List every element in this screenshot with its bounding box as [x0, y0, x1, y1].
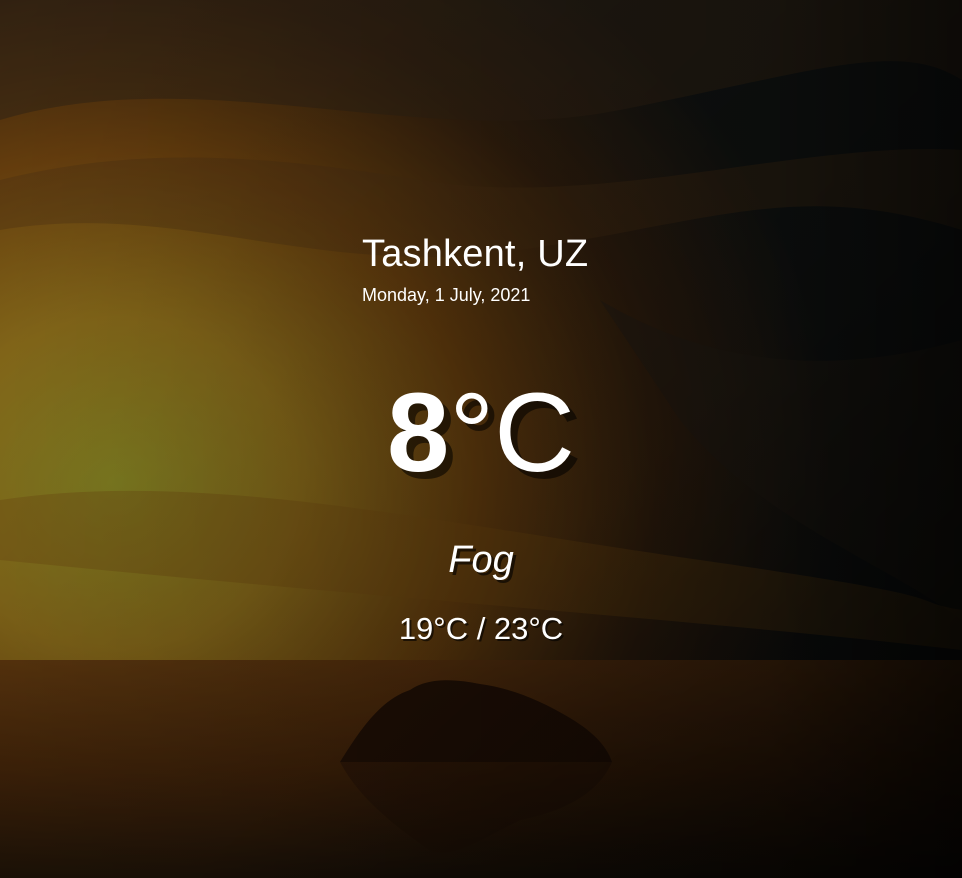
temperature-unit: °C — [449, 370, 575, 495]
city-name: Tashkent, UZ — [362, 233, 589, 275]
current-temperature: 8°C — [0, 368, 962, 498]
hi-low-temperature: 19°C / 23°C — [398, 611, 564, 646]
weather-condition: Fog — [448, 539, 514, 581]
location-box: Tashkent, UZ Monday, 1 July, 2021 — [362, 230, 622, 306]
temperature-value: 8 — [387, 370, 450, 495]
current-date: Monday, 1 July, 2021 — [362, 285, 531, 305]
weather-app: Tashkent, UZ Monday, 1 July, 2021 8°C Fo… — [0, 0, 962, 878]
